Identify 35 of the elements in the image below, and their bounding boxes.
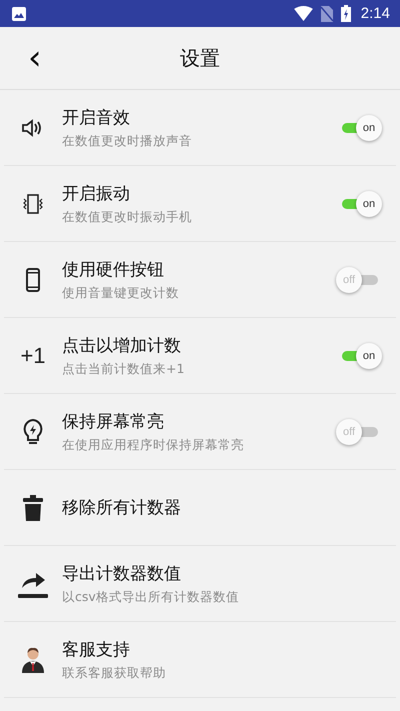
settings-row[interactable]: 使用硬件按钮 使用音量键更改计数 off <box>4 242 396 318</box>
phone-icon <box>26 268 40 292</box>
lightbulb-icon <box>22 418 44 446</box>
image-icon <box>12 6 26 20</box>
setting-description: 使用音量键更改计数 <box>62 284 179 302</box>
setting-description: 联系客服获取帮助 <box>62 664 166 682</box>
setting-title: 点击以增加计数 <box>62 334 181 356</box>
setting-description: 点击当前计数值来+1 <box>62 360 184 378</box>
setting-title: 保持屏幕常亮 <box>62 410 164 432</box>
setting-title: 开启音效 <box>62 106 130 128</box>
page-title: 设置 <box>180 44 220 72</box>
wifi-icon <box>294 6 313 21</box>
setting-description: 以csv格式导出所有计数器数值 <box>62 588 239 606</box>
settings-row[interactable]: 保持屏幕常亮 在使用应用程序时保持屏幕常亮 off <box>4 394 396 470</box>
person-avatar-icon <box>22 646 44 672</box>
setting-title: 客服支持 <box>62 638 130 660</box>
setting-description: 在使用应用程序时保持屏幕常亮 <box>62 436 244 454</box>
clock: 2:14 <box>360 5 390 22</box>
settings-row[interactable]: 导出计数器数值 以csv格式导出所有计数器数值 <box>4 546 396 622</box>
setting-title: 开启振动 <box>62 182 130 204</box>
settings-row[interactable]: 开启振动 在数值更改时振动手机 on <box>4 166 396 242</box>
settings-row[interactable]: 移除所有计数器 <box>4 470 396 546</box>
setting-title: 移除所有计数器 <box>62 497 181 519</box>
back-button[interactable]: ‹ <box>18 41 52 75</box>
setting-title: 使用硬件按钮 <box>62 258 164 280</box>
settings-row[interactable]: 开启音效 在数值更改时播放声音 on <box>4 90 396 166</box>
plus-one-icon: +1 <box>20 342 46 368</box>
battery-icon <box>340 5 351 22</box>
trash-icon <box>22 494 44 522</box>
setting-description: 在数值更改时振动手机 <box>62 208 192 226</box>
setting-title: 导出计数器数值 <box>62 562 181 584</box>
setting-description: 在数值更改时播放声音 <box>62 132 192 150</box>
no-sim-icon <box>320 6 333 22</box>
settings-row[interactable]: 客服支持 联系客服获取帮助 <box>4 622 396 698</box>
vibrating-phone-icon <box>21 192 45 214</box>
